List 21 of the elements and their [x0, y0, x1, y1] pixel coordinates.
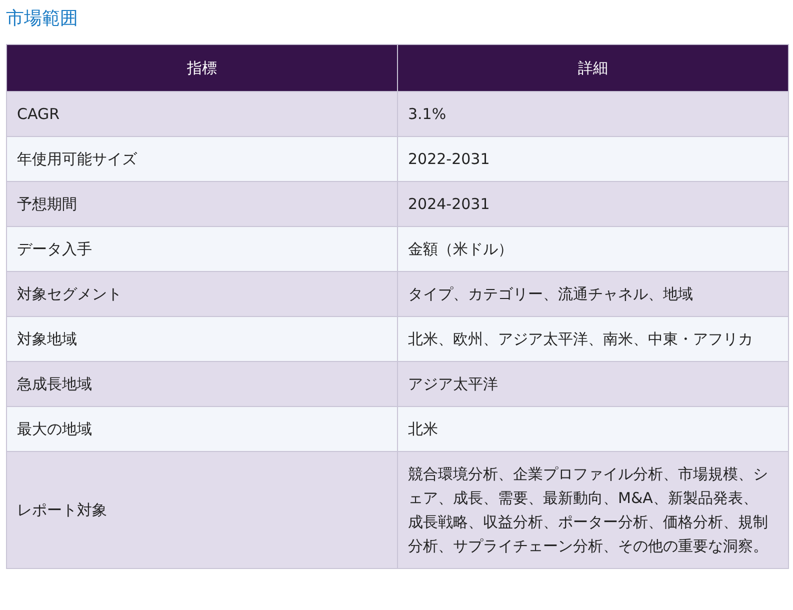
section-title: 市場範囲: [6, 7, 79, 31]
table-cell: レポート対象: [6, 452, 398, 568]
table-cell: 北米、欧州、アジア太平洋、南米、中東・アフリカ: [398, 316, 788, 362]
column-header: 指標: [6, 44, 398, 92]
table-cell: 年使用可能サイズ: [6, 136, 398, 182]
table-cell: 競合環境分析、企業プロファイル分析、市場規模、シェア、成長、需要、最新動向、M&A、新製品発表、成長戦略、収益分析、ポーター分析、価格分析、規制分析、サプライチェーン分析、その他の重要な洞察。: [398, 452, 788, 568]
table-cell: 金額（米ドル）: [398, 226, 788, 272]
table-cell: CAGR: [6, 92, 398, 136]
table-cell: 急成長地域: [6, 362, 398, 406]
table-cell: 予想期間: [6, 182, 398, 226]
table-cell: 対象セグメント: [6, 272, 398, 316]
table-cell: 2022-2031: [398, 136, 788, 182]
table-cell: 北米: [398, 406, 788, 452]
table-cell: 最大の地域: [6, 406, 398, 452]
table-cell: 対象地域: [6, 316, 398, 362]
column-header: 詳細: [398, 44, 788, 92]
table-cell: アジア太平洋: [398, 362, 788, 406]
table-cell: 3.1%: [398, 92, 788, 136]
table-cell: データ入手: [6, 226, 398, 272]
table-cell: タイプ、カテゴリー、流通チャネル、地域: [398, 272, 788, 316]
table-cell: 2024-2031: [398, 182, 788, 226]
